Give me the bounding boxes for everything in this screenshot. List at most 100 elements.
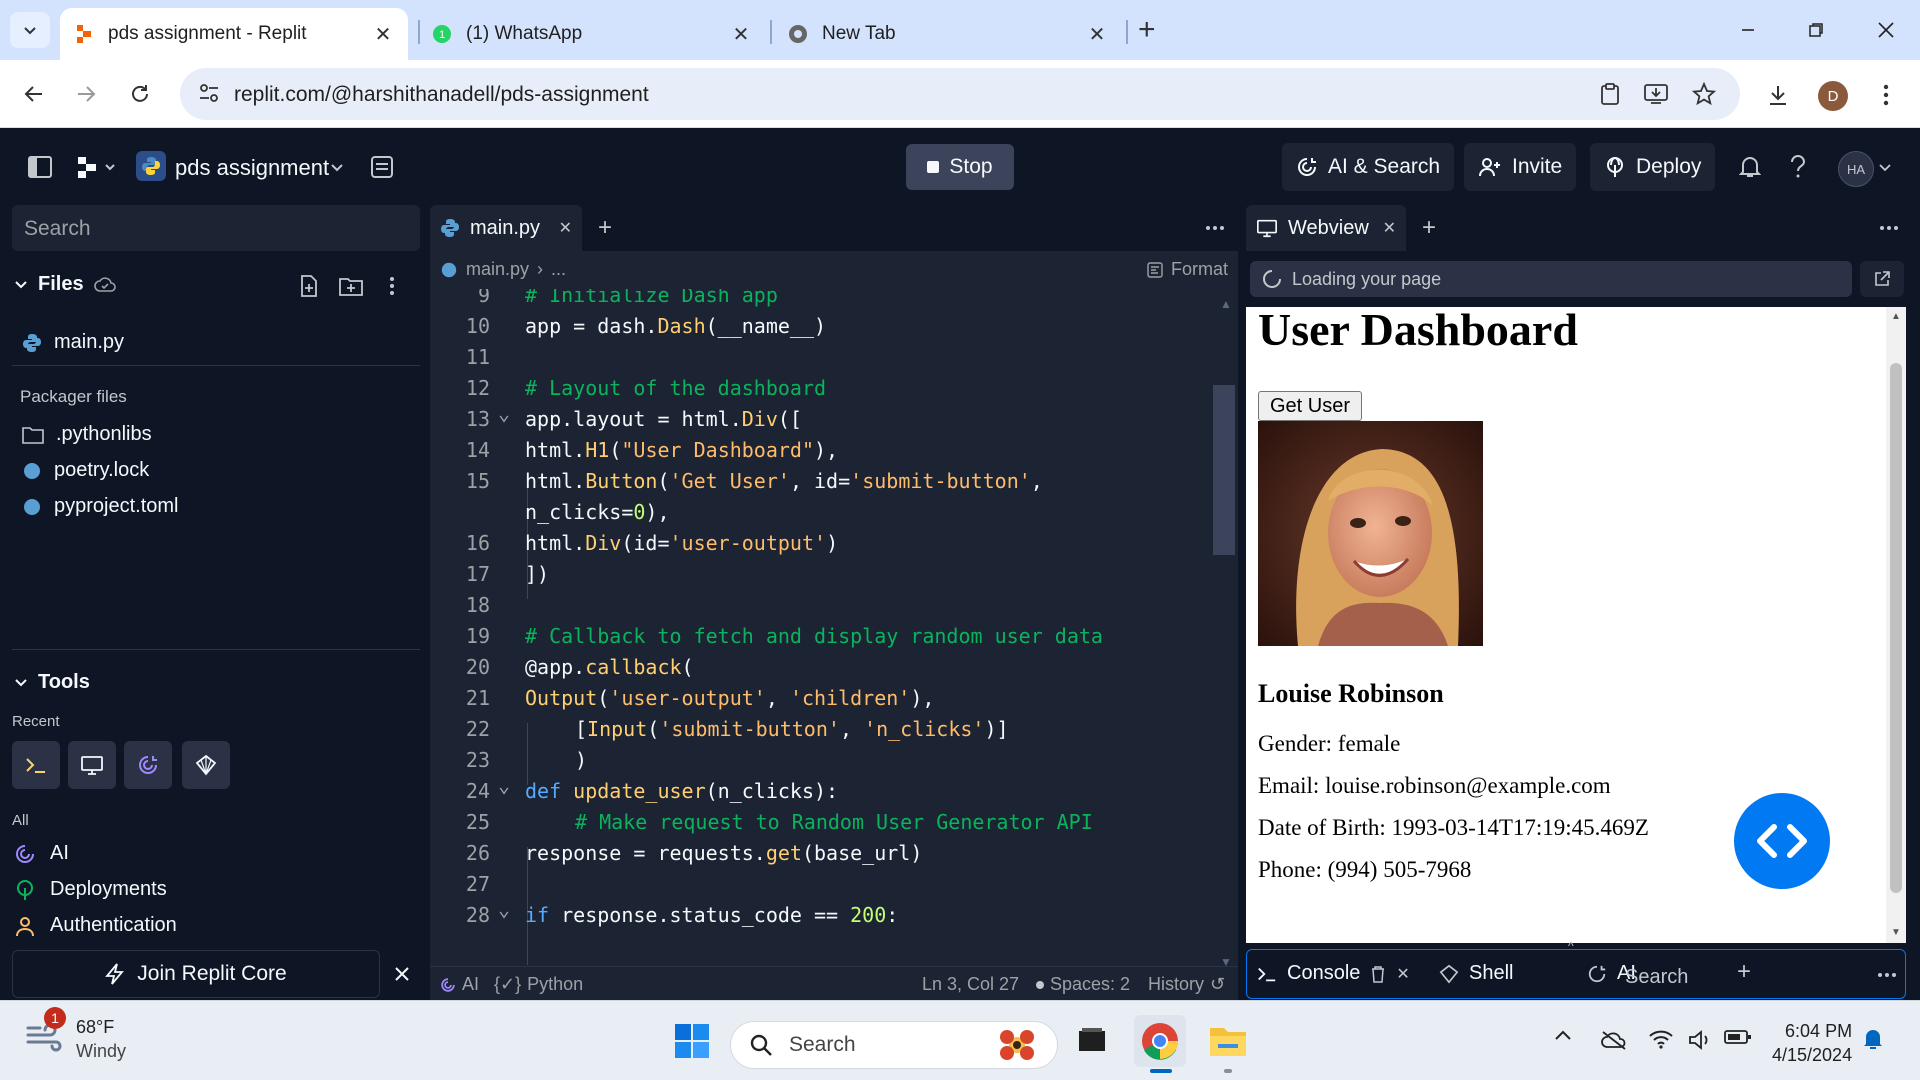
format-button[interactable]: Format bbox=[1147, 259, 1228, 280]
code-line[interactable]: 23) bbox=[430, 748, 1238, 779]
invite-button[interactable]: Invite bbox=[1464, 143, 1577, 191]
restore-button[interactable] bbox=[1796, 12, 1836, 48]
code-line[interactable]: 19 # Callback to fetch and display random… bbox=[430, 624, 1238, 655]
status-spaces[interactable]: Spaces: 2 bbox=[1036, 974, 1130, 995]
code-line[interactable]: 20 @app.callback( bbox=[430, 655, 1238, 686]
file-item-main-py[interactable]: main.py bbox=[22, 331, 124, 354]
status-cursor-position[interactable]: Ln 3, Col 27 bbox=[922, 974, 1019, 995]
weather-widget[interactable]: 1 68°F Windy bbox=[24, 1007, 126, 1063]
repl-info-icon[interactable] bbox=[368, 153, 396, 181]
tool-item-deployments[interactable]: Deployments bbox=[14, 878, 167, 901]
deploy-button[interactable]: Deploy bbox=[1590, 143, 1716, 191]
code-line[interactable]: 16 html.Div(id='user-output') bbox=[430, 531, 1238, 562]
search-tab[interactable]: Search bbox=[1625, 966, 1688, 989]
forward-button[interactable] bbox=[66, 74, 106, 114]
code-line[interactable]: 15 html.Button('Get User', id='submit-but… bbox=[430, 469, 1238, 500]
tool-item-ai[interactable]: AI bbox=[14, 842, 69, 865]
reload-button[interactable] bbox=[120, 74, 160, 114]
browser-tab-replit[interactable]: pds assignment - Replit ✕ bbox=[60, 8, 408, 60]
file-item-poetry-lock[interactable]: poetry.lock bbox=[22, 459, 149, 482]
webview-scrollbar[interactable]: ▲ ▼ bbox=[1886, 307, 1906, 943]
fold-chevron-icon[interactable]: ⌄ bbox=[498, 897, 510, 921]
recent-tool-webview[interactable] bbox=[68, 741, 116, 789]
stop-button[interactable]: Stop bbox=[906, 144, 1014, 190]
editor-tab-main-py[interactable]: main.py ✕ bbox=[430, 205, 582, 251]
code-line[interactable]: n_clicks=0), bbox=[430, 500, 1238, 531]
taskbar-search-box[interactable]: Search bbox=[730, 1021, 1058, 1069]
files-section-header[interactable]: Files bbox=[14, 273, 116, 296]
browser-tab-whatsapp[interactable]: 1 (1) WhatsApp ✕ bbox=[418, 8, 766, 60]
code-line[interactable]: 11 bbox=[430, 345, 1238, 376]
status-language[interactable]: {✓} Python bbox=[494, 974, 583, 995]
chevron-down-icon[interactable] bbox=[328, 159, 346, 177]
browser-tab-newtab[interactable]: New Tab ✕ bbox=[774, 8, 1122, 60]
join-replit-core-button[interactable]: Join Replit Core bbox=[12, 950, 380, 998]
dash-debug-button[interactable] bbox=[1734, 793, 1830, 889]
scrollbar-thumb[interactable] bbox=[1890, 363, 1902, 893]
add-editor-tab-button[interactable]: + bbox=[592, 214, 618, 241]
breadcrumb-file[interactable]: main.py bbox=[466, 259, 529, 280]
tab-close-icon[interactable]: ✕ bbox=[730, 23, 752, 46]
breadcrumb-more[interactable]: ... bbox=[551, 259, 566, 280]
fold-chevron-icon[interactable]: ⌄ bbox=[498, 401, 510, 425]
close-icon[interactable]: ✕ bbox=[1396, 964, 1409, 984]
taskbar-task-view[interactable] bbox=[1066, 1015, 1118, 1067]
more-options-icon[interactable] bbox=[1876, 223, 1902, 233]
code-line[interactable]: 28 ⌄ if response.status_code == 200: bbox=[430, 897, 1238, 934]
replit-menu-icon[interactable] bbox=[76, 153, 120, 181]
show-hidden-icons-chevron[interactable] bbox=[1554, 1029, 1572, 1041]
tab-close-icon[interactable]: ✕ bbox=[372, 23, 394, 46]
code-line[interactable]: 27 bbox=[430, 872, 1238, 903]
file-item-pyproject-toml[interactable]: pyproject.toml bbox=[22, 495, 179, 518]
fold-chevron-icon[interactable]: ⌄ bbox=[498, 773, 510, 797]
recent-tool-console[interactable] bbox=[12, 741, 60, 789]
notifications-bell-icon[interactable] bbox=[1736, 153, 1764, 181]
tools-section-header[interactable]: Tools bbox=[14, 671, 90, 694]
tool-item-authentication[interactable]: Authentication bbox=[14, 914, 177, 937]
code-line[interactable]: 13 ⌄ app.layout = html.Div([ bbox=[430, 401, 1238, 438]
chevron-down-icon[interactable] bbox=[1878, 161, 1892, 175]
more-options-icon[interactable] bbox=[1877, 970, 1897, 980]
new-file-icon[interactable] bbox=[296, 273, 322, 299]
volume-icon[interactable] bbox=[1688, 1029, 1714, 1051]
code-line[interactable]: 21 Output('user-output', 'children'), bbox=[430, 686, 1238, 717]
recent-tool-shell[interactable] bbox=[182, 741, 230, 789]
more-menu-icon[interactable] bbox=[1870, 80, 1902, 110]
install-app-icon[interactable] bbox=[1642, 82, 1670, 106]
file-item-pythonlibs[interactable]: .pythonlibs bbox=[22, 423, 152, 446]
taskbar-chrome[interactable] bbox=[1134, 1015, 1186, 1073]
new-tab-button[interactable]: + bbox=[1138, 14, 1156, 46]
open-in-new-tab-button[interactable] bbox=[1860, 261, 1904, 297]
wifi-icon[interactable] bbox=[1648, 1029, 1674, 1049]
scroll-up-arrow-icon[interactable]: ▲ bbox=[1891, 311, 1901, 322]
add-pane-tab-button[interactable]: + bbox=[1416, 214, 1442, 241]
code-line[interactable]: 25 # Make request to Random User Generato… bbox=[430, 810, 1238, 841]
code-line[interactable]: 26 response = requests.get(base_url) bbox=[430, 841, 1238, 872]
close-window-button[interactable] bbox=[1866, 12, 1906, 48]
tab-close-icon[interactable]: ✕ bbox=[1086, 23, 1108, 46]
close-icon[interactable]: ✕ bbox=[559, 218, 572, 238]
console-tab[interactable]: Console ✕ bbox=[1257, 962, 1410, 985]
address-bar[interactable]: replit.com/@harshithanadell/pds-assignme… bbox=[180, 68, 1740, 120]
code-line[interactable]: 17]) bbox=[430, 562, 1238, 593]
files-more-menu-icon[interactable] bbox=[384, 273, 400, 299]
status-history[interactable]: History ↺ bbox=[1148, 974, 1225, 995]
code-line[interactable]: 12 # Layout of the dashboard bbox=[430, 376, 1238, 407]
notifications-bell-icon[interactable] bbox=[1862, 1027, 1884, 1051]
taskbar-file-explorer[interactable] bbox=[1202, 1015, 1254, 1073]
taskbar-clock[interactable]: 6:04 PM 4/15/2024 bbox=[1772, 1019, 1852, 1067]
more-options-icon[interactable] bbox=[1202, 223, 1228, 233]
status-ai[interactable]: AI bbox=[440, 974, 479, 995]
help-icon[interactable] bbox=[1784, 153, 1812, 181]
site-settings-icon[interactable] bbox=[198, 82, 220, 104]
editor-scrollbar[interactable] bbox=[1213, 385, 1235, 555]
ai-search-button[interactable]: AI & Search bbox=[1282, 143, 1455, 191]
code-line[interactable]: 9 # Initialize Dash app bbox=[430, 289, 1238, 314]
scroll-up-arrow-icon[interactable]: ▲ bbox=[1220, 297, 1232, 311]
webview-tab[interactable]: Webview ✕ bbox=[1246, 205, 1406, 251]
minimize-button[interactable] bbox=[1728, 12, 1768, 48]
code-line[interactable]: 14 html.H1("User Dashboard"), bbox=[430, 438, 1238, 469]
add-tool-tab-button[interactable]: + bbox=[1737, 958, 1751, 986]
start-button[interactable] bbox=[666, 1015, 718, 1067]
code-line[interactable]: 18 bbox=[430, 593, 1238, 624]
